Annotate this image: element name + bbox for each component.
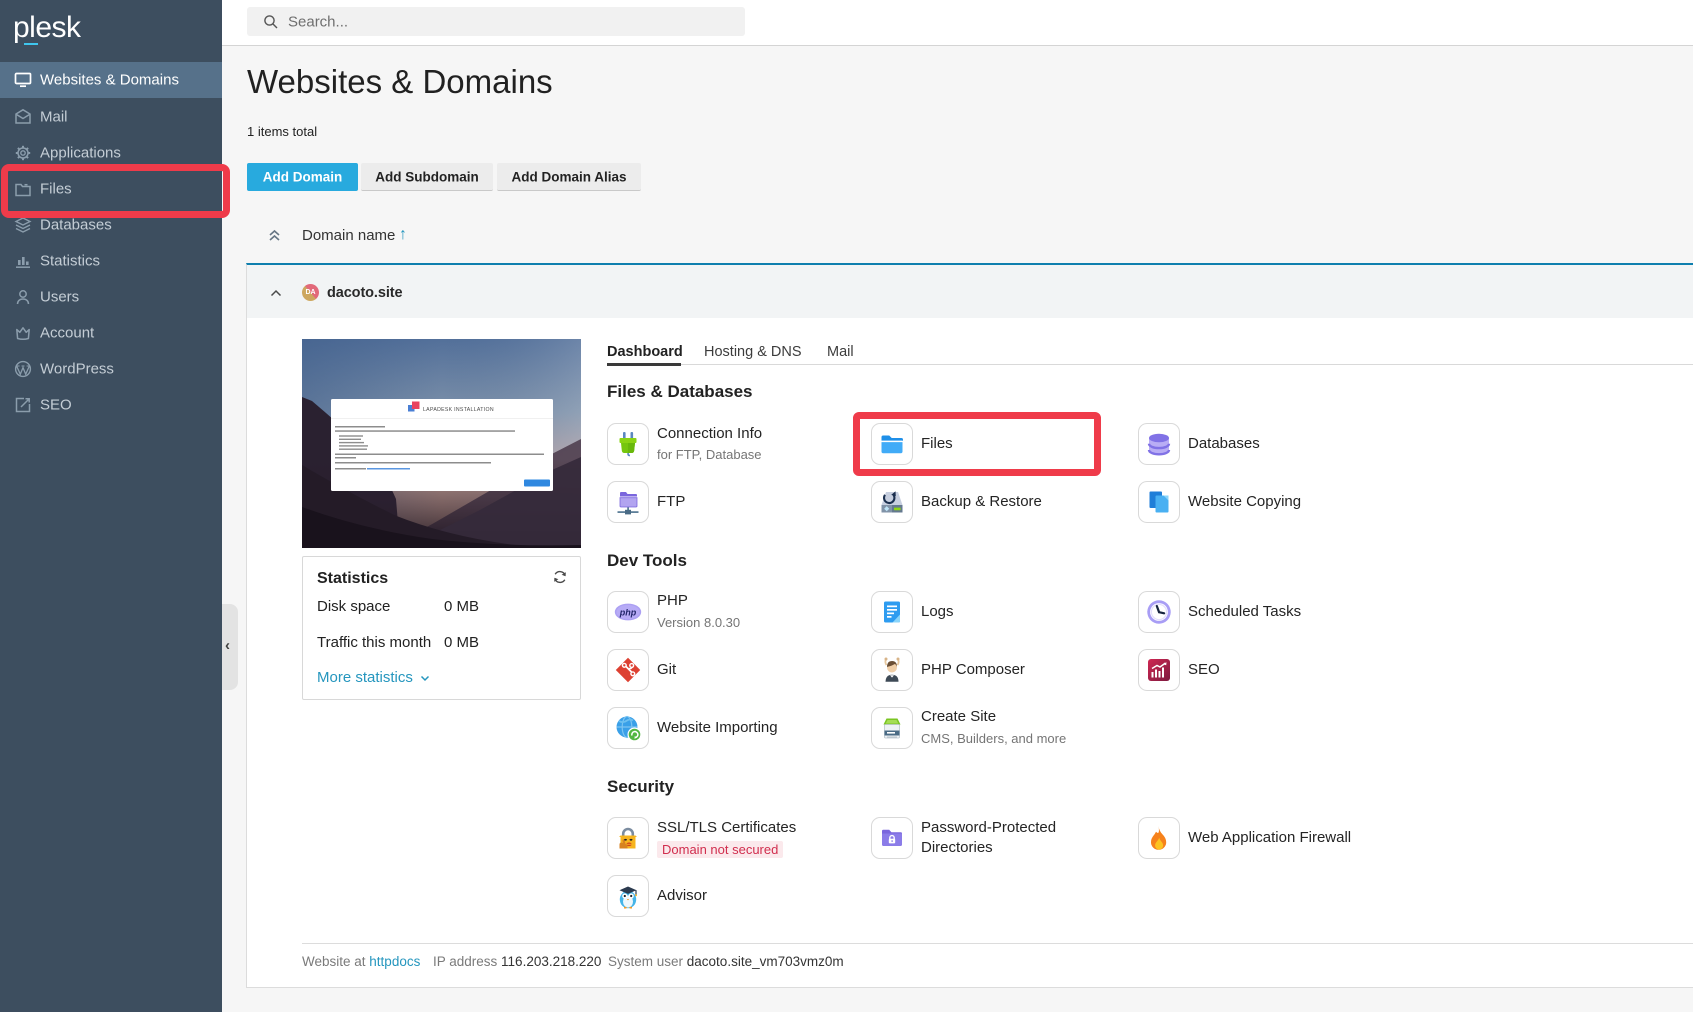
svg-text:LAPADESK INSTALLATION: LAPADESK INSTALLATION bbox=[423, 407, 494, 413]
svg-text:php: php bbox=[619, 607, 637, 617]
